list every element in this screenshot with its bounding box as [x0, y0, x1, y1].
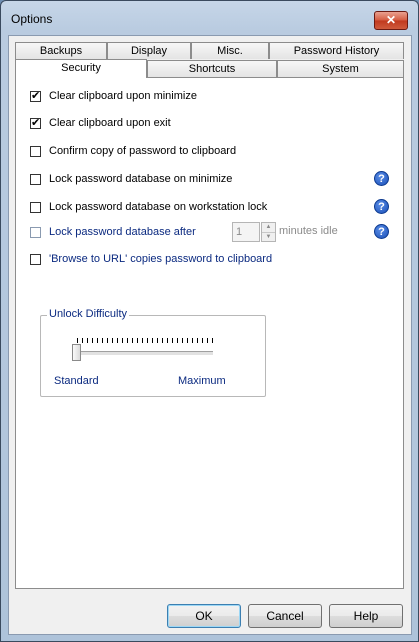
- option-label: Lock password database on workstation lo…: [49, 201, 268, 213]
- ok-button[interactable]: OK: [167, 604, 241, 628]
- checkbox[interactable]: [30, 116, 41, 129]
- checkbox[interactable]: [30, 173, 41, 185]
- tab-backups[interactable]: Backups: [15, 42, 107, 59]
- window-title: Options: [11, 12, 53, 26]
- slider-track[interactable]: [73, 351, 213, 356]
- slider-min-label: Standard: [54, 375, 99, 387]
- cancel-button[interactable]: Cancel: [248, 604, 322, 628]
- spin-up-icon[interactable]: ▲: [262, 223, 275, 232]
- slider-thumb[interactable]: [72, 344, 81, 361]
- option-label: Confirm copy of password to clipboard: [49, 145, 237, 157]
- option-clear-clipboard-exit[interactable]: Clear clipboard upon exit: [30, 115, 171, 131]
- dialog-client-area: Backups Display Misc. Password History S…: [8, 35, 412, 635]
- option-label: Lock password database after: [49, 226, 196, 238]
- option-clear-clipboard-minimize[interactable]: Clear clipboard upon minimize: [30, 88, 197, 104]
- checkbox[interactable]: [30, 253, 41, 265]
- checkbox[interactable]: [30, 89, 41, 102]
- help-button[interactable]: Help: [329, 604, 403, 628]
- tab-shortcuts[interactable]: Shortcuts: [147, 60, 277, 77]
- title-bar[interactable]: Options ✕: [1, 1, 418, 37]
- tab-security[interactable]: Security: [15, 59, 147, 78]
- checkbox[interactable]: [30, 145, 41, 157]
- unlock-difficulty-group: Unlock Difficulty Standard Maximum: [40, 308, 266, 397]
- lock-minutes-input[interactable]: 1: [232, 222, 260, 242]
- option-label: 'Browse to URL' copies password to clipb…: [49, 253, 273, 265]
- checkbox[interactable]: [30, 226, 41, 238]
- option-label: Clear clipboard upon minimize: [49, 90, 197, 102]
- options-dialog: Options ✕ Backups Display Misc. Password…: [0, 0, 419, 642]
- option-lock-on-minimize[interactable]: Lock password database on minimize: [30, 171, 232, 187]
- option-lock-after[interactable]: Lock password database after: [30, 224, 196, 240]
- tab-misc[interactable]: Misc.: [191, 42, 269, 59]
- slider-max-label: Maximum: [178, 375, 226, 387]
- tab-password-history[interactable]: Password History: [269, 42, 404, 59]
- tab-display[interactable]: Display: [107, 42, 191, 59]
- checkbox[interactable]: [30, 201, 41, 213]
- option-label: Lock password database on minimize: [49, 173, 233, 185]
- security-panel: Clear clipboard upon minimize Clear clip…: [15, 77, 404, 589]
- help-icon[interactable]: ?: [374, 224, 389, 239]
- group-legend: Unlock Difficulty: [47, 308, 130, 320]
- option-label: Clear clipboard upon exit: [49, 117, 171, 129]
- spin-down-icon[interactable]: ▼: [262, 232, 275, 242]
- option-lock-on-workstation-lock[interactable]: Lock password database on workstation lo…: [30, 199, 267, 215]
- tab-system[interactable]: System: [277, 60, 404, 77]
- option-confirm-copy[interactable]: Confirm copy of password to clipboard: [30, 143, 236, 159]
- option-browse-url-copies[interactable]: 'Browse to URL' copies password to clipb…: [30, 251, 272, 267]
- minutes-idle-label: minutes idle: [279, 225, 338, 237]
- help-icon[interactable]: ?: [374, 199, 389, 214]
- close-button[interactable]: ✕: [374, 11, 408, 30]
- slider-ticks: [77, 338, 213, 343]
- help-icon[interactable]: ?: [374, 171, 389, 186]
- lock-minutes-spinner[interactable]: ▲ ▼: [261, 222, 276, 242]
